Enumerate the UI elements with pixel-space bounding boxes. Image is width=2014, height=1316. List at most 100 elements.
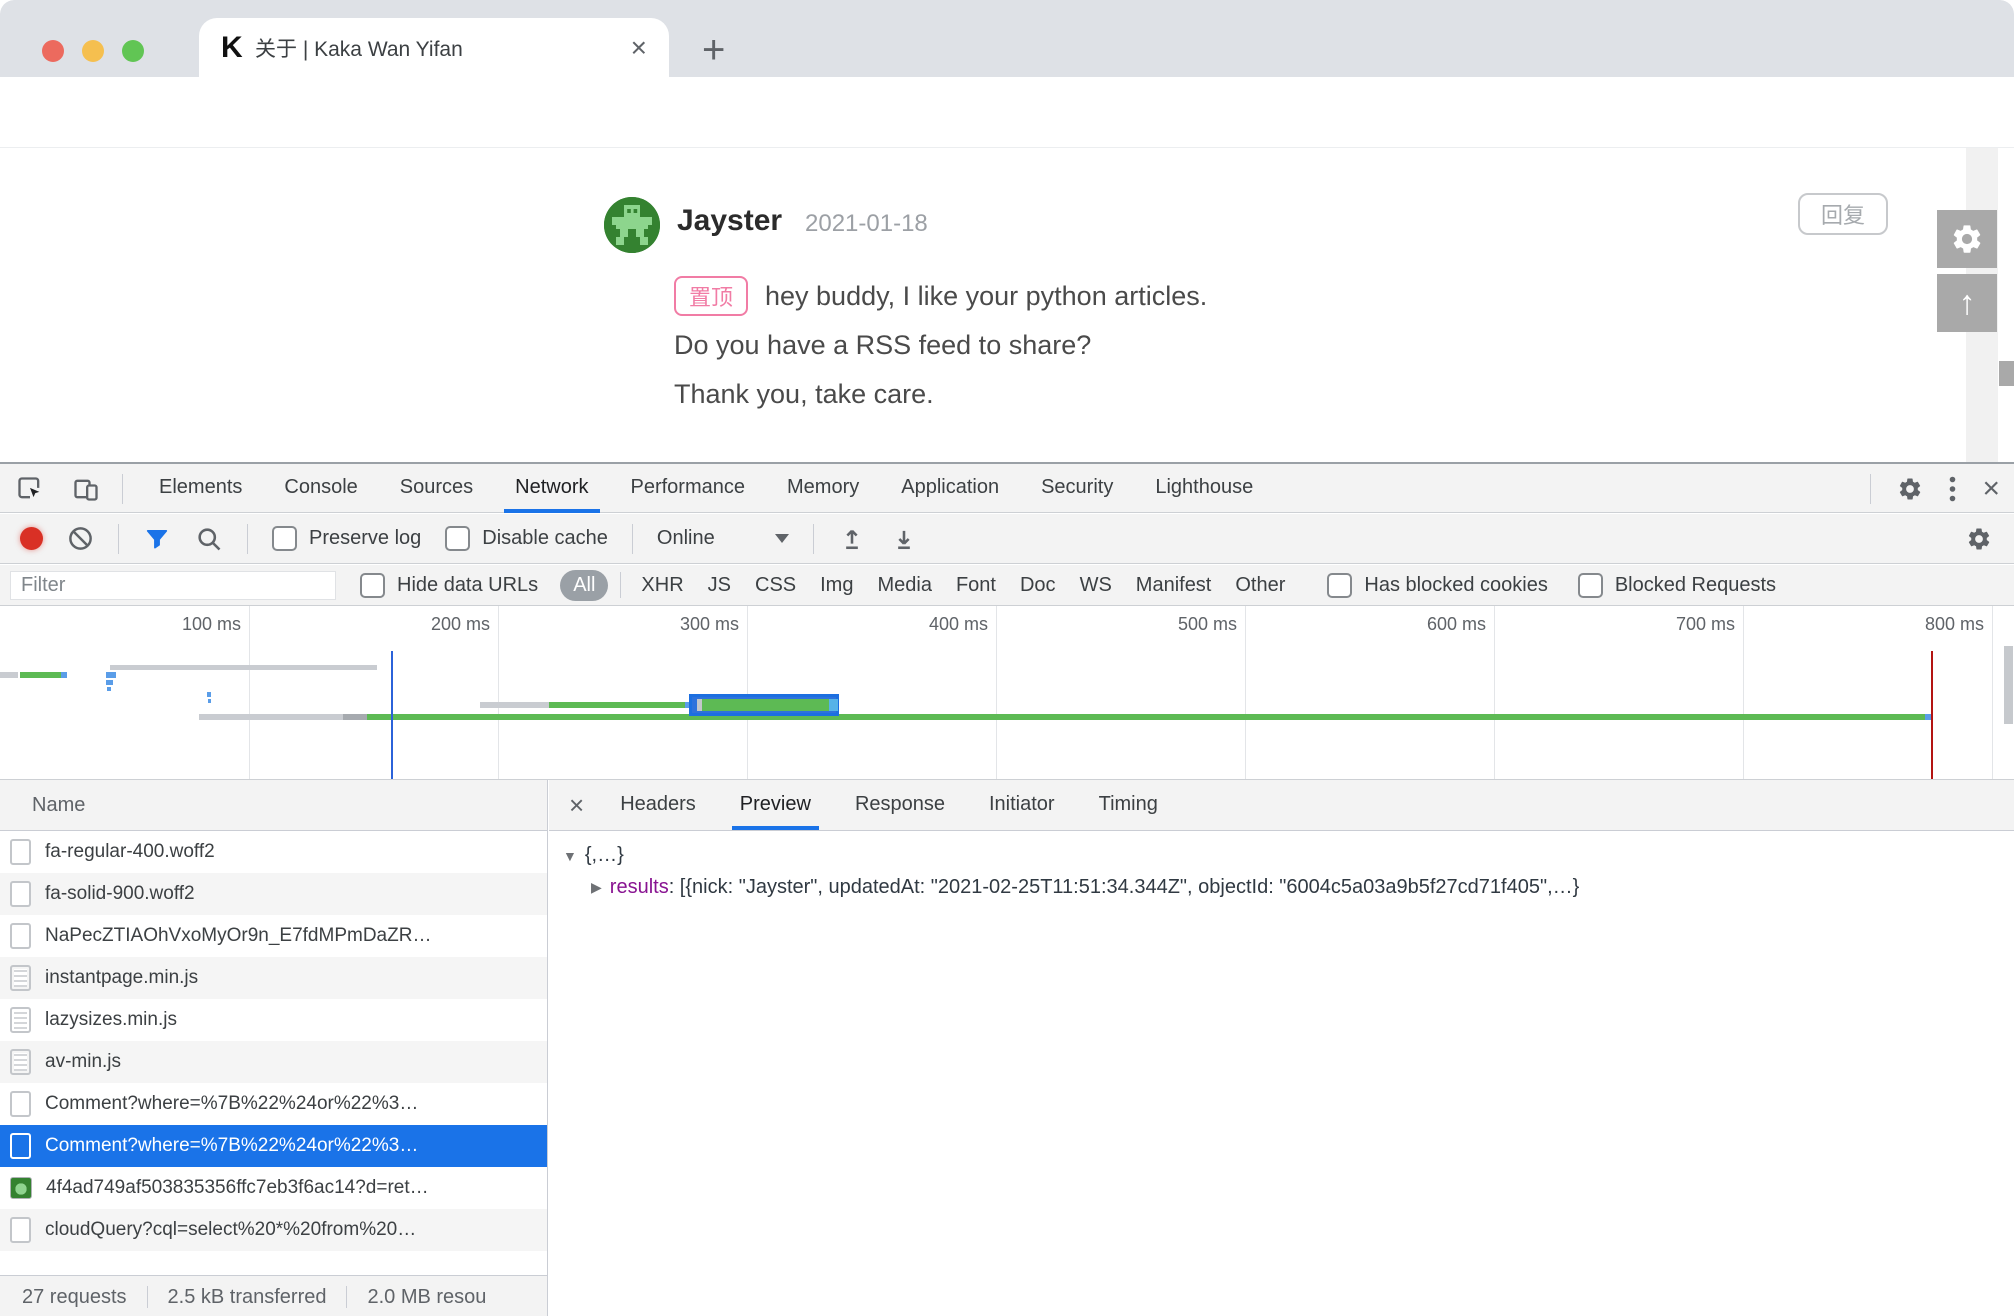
filter-pill-ws[interactable]: WS: [1068, 574, 1124, 597]
has-blocked-cookies-checkbox[interactable]: [1327, 573, 1352, 598]
throttling-dropdown-caret-icon[interactable]: [775, 534, 789, 543]
browser-tab[interactable]: K 关于 | Kaka Wan Yifan ×: [199, 18, 669, 77]
waterfall-bar: [0, 672, 18, 678]
devtools-tab-sources[interactable]: Sources: [379, 464, 494, 513]
devtools-tab-memory[interactable]: Memory: [766, 464, 880, 513]
hide-data-urls-checkbox[interactable]: [360, 573, 385, 598]
network-settings-icon[interactable]: [1966, 526, 1992, 552]
maximize-window-button[interactable]: [122, 40, 144, 62]
preview-root-node[interactable]: ▼{,…}: [563, 844, 624, 867]
filter-pill-img[interactable]: Img: [808, 574, 865, 597]
devtools-tab-security[interactable]: Security: [1020, 464, 1134, 513]
comment-line-3: Thank you, take care.: [674, 379, 934, 410]
page-settings-button[interactable]: [1937, 210, 1997, 268]
close-window-button[interactable]: [42, 40, 64, 62]
timeline-tick-label: 200 ms: [368, 614, 490, 635]
selected-request-bar-segment: [829, 699, 838, 711]
expanded-caret-icon[interactable]: ▼: [563, 848, 577, 864]
comment-avatar: [604, 197, 660, 253]
devtools-tab-application[interactable]: Application: [880, 464, 1020, 513]
doc-file-icon: [10, 923, 31, 949]
back-to-top-button[interactable]: ↑: [1937, 274, 1997, 332]
filter-pill-doc[interactable]: Doc: [1008, 574, 1068, 597]
script-file-icon: [10, 1007, 31, 1033]
filter-pill-xhr[interactable]: XHR: [629, 574, 695, 597]
window-scrollbar-thumb[interactable]: [1999, 361, 2014, 386]
timeline-tick-label: 100 ms: [119, 614, 241, 635]
search-icon[interactable]: [195, 525, 223, 553]
waterfall-bar: [367, 714, 1925, 720]
request-row[interactable]: av-min.js: [0, 1041, 547, 1083]
filter-pill-media[interactable]: Media: [865, 574, 943, 597]
devtools-tab-network[interactable]: Network: [494, 464, 609, 513]
filter-pill-manifest[interactable]: Manifest: [1124, 574, 1224, 597]
doc-file-icon: [10, 1091, 31, 1117]
clear-network-log-icon[interactable]: [67, 525, 94, 552]
requests-rows: fa-regular-400.woff2fa-solid-900.woff2Na…: [0, 831, 547, 1251]
request-row[interactable]: fa-solid-900.woff2: [0, 873, 547, 915]
devtools-tab-console[interactable]: Console: [263, 464, 378, 513]
comment-author[interactable]: Jayster: [677, 204, 782, 238]
devtools-tab-elements[interactable]: Elements: [138, 464, 263, 513]
request-row[interactable]: 4f4ad749af503835356ffc7eb3f6ac14?d=ret…: [0, 1167, 547, 1209]
hide-data-urls-label[interactable]: Hide data URLs: [397, 574, 538, 597]
has-blocked-cookies-label[interactable]: Has blocked cookies: [1364, 574, 1547, 597]
devtools-menu-icon[interactable]: [1949, 476, 1956, 502]
filter-input[interactable]: [10, 571, 336, 600]
detail-tab-response[interactable]: Response: [833, 780, 967, 830]
devtools-tab-performance[interactable]: Performance: [610, 464, 767, 513]
filter-pill-all[interactable]: All: [560, 570, 608, 601]
detail-tab-headers[interactable]: Headers: [598, 780, 718, 830]
request-row[interactable]: instantpage.min.js: [0, 957, 547, 999]
waterfall-bar: [480, 702, 549, 708]
filter-pill-js[interactable]: JS: [696, 574, 743, 597]
filter-pill-other[interactable]: Other: [1223, 574, 1297, 597]
network-overview-timeline[interactable]: 100 ms200 ms300 ms400 ms500 ms600 ms700 …: [0, 606, 2014, 780]
waterfall-bar: [61, 672, 67, 678]
blocked-requests-checkbox[interactable]: [1578, 573, 1603, 598]
record-network-log-button[interactable]: [20, 527, 43, 550]
tab-close-icon[interactable]: ×: [631, 34, 647, 62]
timeline-tick-label: 300 ms: [617, 614, 739, 635]
request-row[interactable]: lazysizes.min.js: [0, 999, 547, 1041]
request-row[interactable]: fa-regular-400.woff2: [0, 831, 547, 873]
devtools-close-icon[interactable]: ×: [1982, 474, 2000, 504]
detail-tab-preview[interactable]: Preview: [718, 780, 833, 830]
throttling-select-value[interactable]: Online: [657, 527, 715, 550]
detail-tab-initiator[interactable]: Initiator: [967, 780, 1077, 830]
status-divider: [346, 1286, 347, 1308]
blocked-requests-label[interactable]: Blocked Requests: [1615, 574, 1776, 597]
timeline-tick-label: 700 ms: [1613, 614, 1735, 635]
preserve-log-label[interactable]: Preserve log: [309, 527, 421, 550]
request-name: cloudQuery?cql=select%20*%20from%20…: [45, 1219, 416, 1241]
devtools-tab-lighthouse[interactable]: Lighthouse: [1134, 464, 1274, 513]
devtools-tab-bar: ElementsConsoleSourcesNetworkPerformance…: [0, 464, 2014, 513]
timeline-scrollbar-thumb[interactable]: [2004, 646, 2013, 724]
filter-pill-font[interactable]: Font: [944, 574, 1008, 597]
minimize-window-button[interactable]: [82, 40, 104, 62]
request-row[interactable]: Comment?where=%7B%22%24or%22%3…: [0, 1083, 547, 1125]
export-har-icon[interactable]: [890, 525, 918, 553]
request-row[interactable]: NaPecZTIAOhVxoMyOr9n_E7fdMPmDaZR…: [0, 915, 547, 957]
requests-column-header[interactable]: Name: [0, 780, 547, 831]
toolbar-divider: [118, 524, 119, 554]
request-row[interactable]: Comment?where=%7B%22%24or%22%3…: [0, 1125, 547, 1167]
disable-cache-checkbox[interactable]: [445, 526, 470, 551]
disable-cache-label[interactable]: Disable cache: [482, 527, 608, 550]
collapsed-caret-icon[interactable]: ▶: [591, 879, 602, 896]
request-name: Comment?where=%7B%22%24or%22%3…: [45, 1135, 418, 1157]
inspect-element-icon[interactable]: [16, 475, 44, 503]
preview-results-node[interactable]: ▶results: [{nick: "Jayster", updatedAt: …: [591, 876, 2011, 899]
devtools-settings-icon[interactable]: [1897, 476, 1923, 502]
device-toolbar-icon[interactable]: [72, 475, 100, 503]
preserve-log-checkbox[interactable]: [272, 526, 297, 551]
reply-button[interactable]: 回复: [1798, 193, 1888, 235]
new-tab-button[interactable]: +: [702, 28, 725, 73]
detail-close-icon[interactable]: ×: [569, 792, 584, 818]
browser-toolbar: kakawanyifan.com/about.html X: [0, 77, 2014, 148]
filter-pill-css[interactable]: CSS: [743, 574, 808, 597]
import-har-icon[interactable]: [838, 525, 866, 553]
filter-toggle-icon[interactable]: [143, 525, 171, 553]
detail-tab-timing[interactable]: Timing: [1077, 780, 1180, 830]
request-row[interactable]: cloudQuery?cql=select%20*%20from%20…: [0, 1209, 547, 1251]
